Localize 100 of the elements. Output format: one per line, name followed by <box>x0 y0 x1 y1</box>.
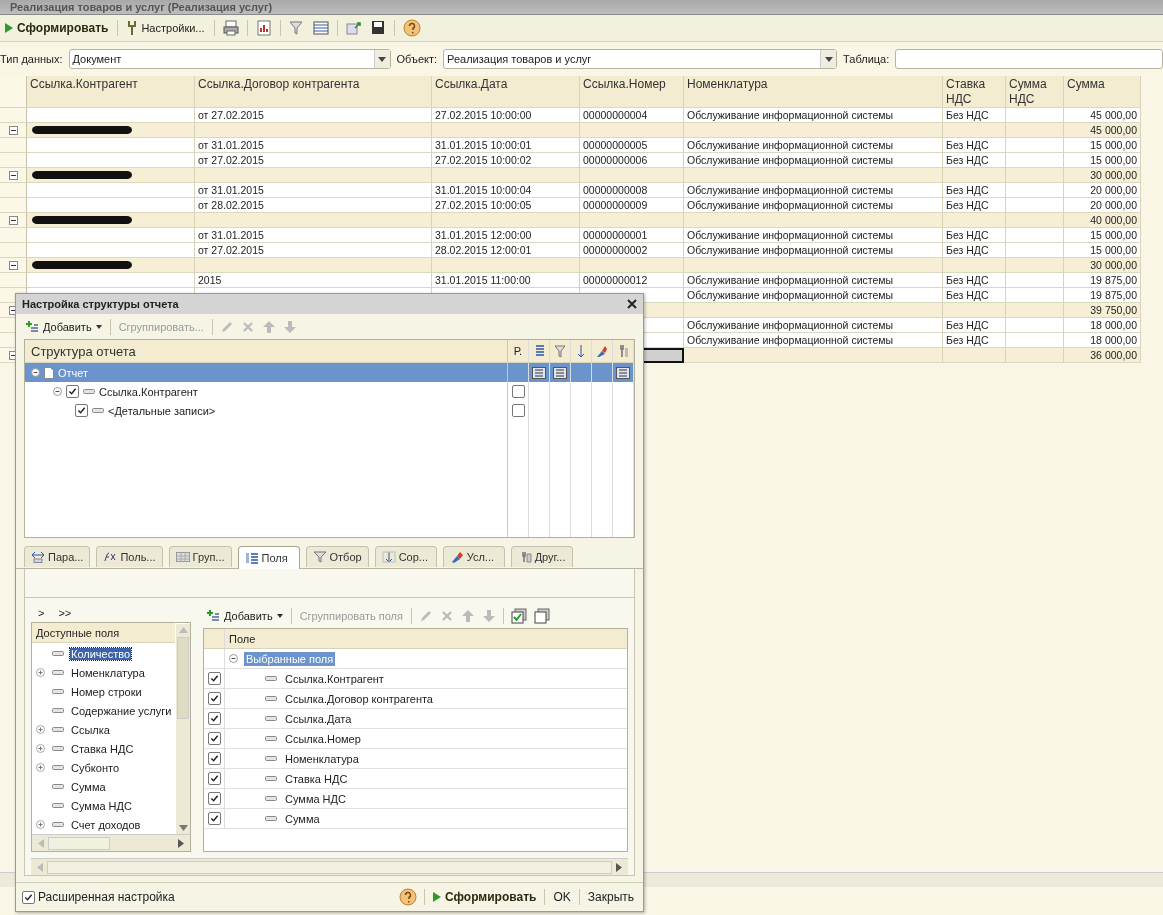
checkbox[interactable] <box>207 672 221 686</box>
collapse-icon[interactable] <box>8 260 18 270</box>
dropdown-arrow-icon[interactable] <box>378 56 387 62</box>
close-icon[interactable] <box>627 298 637 309</box>
scroll-down-icon[interactable] <box>178 825 188 832</box>
tab[interactable]: Поля <box>237 546 300 570</box>
checkbox[interactable] <box>207 812 221 826</box>
field-item[interactable]: Номенклатура <box>285 752 359 765</box>
move-button[interactable]: >> <box>55 607 75 620</box>
field-item[interactable]: Субконто <box>70 761 121 774</box>
collapse-icon[interactable] <box>8 125 18 135</box>
field-item[interactable]: Номер строки <box>70 685 143 698</box>
structure-item[interactable]: Ссылка.Контрагент <box>25 382 634 402</box>
field-item[interactable]: Номенклатура <box>70 666 146 679</box>
advanced-settings-checkbox[interactable]: Расширенная настройка <box>22 890 175 905</box>
table-cell: Без НДС <box>943 273 1006 288</box>
field-item[interactable]: Счет доходов <box>70 818 142 831</box>
field-item[interactable]: Ставка НДС <box>285 772 348 785</box>
printer-icon[interactable] <box>222 20 239 36</box>
checkbox[interactable] <box>511 404 525 418</box>
checkbox[interactable] <box>207 732 221 746</box>
field-icon <box>265 776 277 782</box>
table-cell: 39 750,00 <box>1064 303 1141 318</box>
generate-button[interactable]: Сформировать <box>430 889 540 906</box>
collapse-icon[interactable] <box>8 170 18 180</box>
table-cell <box>1006 318 1064 333</box>
filter-icon[interactable] <box>288 20 305 36</box>
field-item[interactable]: Количество <box>70 647 132 660</box>
tab[interactable]: Поль... <box>96 546 163 568</box>
field-item[interactable]: Ссылка <box>70 723 111 736</box>
table-icon[interactable] <box>312 20 329 36</box>
dropdown-field[interactable]: Реализация товаров и услуг <box>443 49 838 69</box>
input-field[interactable] <box>895 49 1163 69</box>
collapse-icon[interactable] <box>8 215 18 225</box>
tab[interactable]: Усл... <box>442 546 505 568</box>
checkbox[interactable] <box>22 890 35 904</box>
horizontal-scrollbar[interactable] <box>31 858 628 876</box>
field-item[interactable]: Ссылка.Договор контрагента <box>285 692 433 705</box>
checkbox[interactable] <box>66 385 79 399</box>
expand-icon[interactable] <box>36 668 45 678</box>
check-all-icon[interactable] <box>511 608 527 625</box>
expand-icon[interactable] <box>36 820 45 830</box>
scroll-thumb[interactable] <box>48 836 110 850</box>
filter-icon <box>312 551 327 564</box>
setting-icon <box>532 366 546 379</box>
move-button[interactable]: > <box>35 607 48 620</box>
collapse-icon[interactable] <box>31 368 40 378</box>
ok-button[interactable]: OK <box>550 889 574 906</box>
checkbox[interactable] <box>207 772 221 786</box>
scroll-right-icon[interactable] <box>178 838 184 848</box>
checkbox[interactable] <box>207 792 221 806</box>
vertical-scrollbar[interactable] <box>176 624 190 835</box>
sort-icon <box>575 344 587 359</box>
checkbox[interactable] <box>207 712 221 726</box>
help-icon[interactable] <box>402 19 421 37</box>
field-item[interactable]: Содержание услуги <box>70 704 173 717</box>
expand-icon[interactable] <box>36 725 45 735</box>
chart-icon[interactable] <box>255 20 272 36</box>
checkbox[interactable] <box>207 752 221 766</box>
scroll-thumb[interactable] <box>177 637 189 720</box>
add-button[interactable]: Добавить <box>203 608 286 625</box>
collapse-icon[interactable] <box>53 387 62 397</box>
horizontal-scrollbar[interactable] <box>32 834 190 852</box>
table-cell: 00000000002 <box>580 243 684 258</box>
field-item[interactable]: Сумма <box>285 812 320 825</box>
field-item[interactable]: Сумма <box>70 780 107 793</box>
generate-button[interactable]: Сформировать <box>2 20 112 36</box>
tab[interactable]: Отбор <box>305 546 369 568</box>
tab[interactable]: Груп... <box>168 546 232 568</box>
tab[interactable]: Друг... <box>510 546 573 568</box>
structure-item[interactable]: <Детальные записи> <box>25 401 634 421</box>
field-item[interactable]: Сумма НДС <box>70 799 133 812</box>
expand-icon[interactable] <box>36 744 45 754</box>
collapse-icon[interactable] <box>229 654 238 664</box>
help-icon[interactable] <box>399 888 417 907</box>
expand-icon[interactable] <box>36 763 45 773</box>
field-item[interactable]: Ссылка.Контрагент <box>285 672 384 685</box>
settings-button[interactable]: Настройки... <box>124 20 208 36</box>
field-item[interactable]: Ссылка.Номер <box>285 732 361 745</box>
caret-icon <box>276 614 283 619</box>
tab[interactable]: Пара... <box>24 546 91 568</box>
field-item[interactable]: Ставка НДС <box>70 742 135 755</box>
scroll-thumb[interactable] <box>47 860 612 874</box>
dropdown-arrow-icon[interactable] <box>824 56 833 62</box>
tab[interactable]: Сор... <box>374 546 437 568</box>
field-icon <box>52 765 64 771</box>
export-icon[interactable] <box>345 20 362 36</box>
table-cell <box>1006 123 1064 138</box>
field-item[interactable]: Сумма НДС <box>285 792 346 805</box>
scroll-right-icon[interactable] <box>616 862 622 872</box>
structure-label: <Детальные записи> <box>108 404 216 417</box>
checkbox[interactable] <box>207 692 221 706</box>
uncheck-all-icon[interactable] <box>534 608 550 625</box>
field-item[interactable]: Ссылка.Дата <box>285 712 352 725</box>
close-button[interactable]: Закрыть <box>584 889 637 906</box>
save-icon[interactable] <box>369 20 386 36</box>
add-button[interactable]: Добавить <box>22 318 105 335</box>
checkbox[interactable] <box>511 385 525 399</box>
dropdown-field[interactable]: Документ <box>68 49 391 69</box>
checkbox[interactable] <box>75 404 88 418</box>
